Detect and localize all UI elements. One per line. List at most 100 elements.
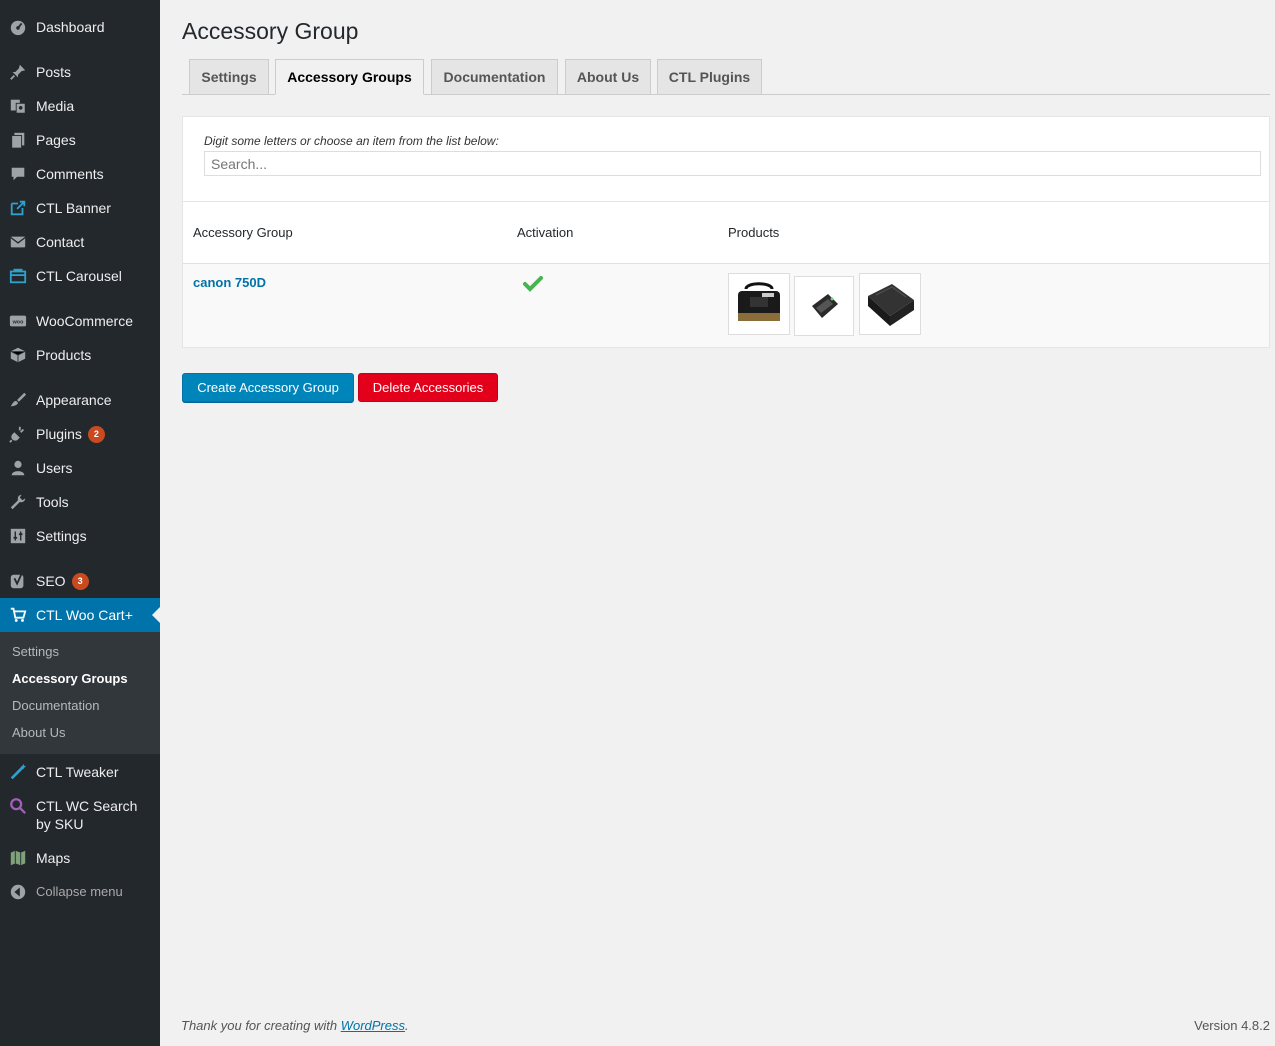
menu-posts[interactable]: Posts (0, 55, 160, 89)
brush-icon (0, 391, 36, 409)
yoast-icon (0, 572, 36, 590)
tab-ctl-plugins[interactable]: CTL Plugins (657, 59, 762, 95)
menu-label: Posts (36, 64, 72, 80)
menu-label: Tools (36, 494, 69, 510)
version-label: Version 4.8.2 (1194, 1018, 1270, 1033)
menu-label: WooCommerce (36, 313, 133, 329)
map-icon (0, 849, 36, 867)
comment-icon (0, 165, 36, 183)
table-row: canon 750D (183, 264, 1269, 347)
column-header-accessory-group[interactable]: Accessory Group (193, 225, 293, 240)
menu-maps[interactable]: Maps (0, 841, 160, 875)
menu-label: CTL WC Search by SKU (36, 798, 138, 832)
wordpress-link[interactable]: WordPress (341, 1018, 405, 1033)
menu-seo[interactable]: SEO 3 (0, 564, 160, 598)
ctl-woo-cart-submenu: Settings Accessory Groups Documentation … (0, 632, 160, 754)
menu-products[interactable]: Products (0, 338, 160, 372)
column-header-products[interactable]: Products (728, 225, 779, 240)
menu-ctl-carousel[interactable]: CTL Carousel (0, 259, 160, 293)
woo-icon: woo (0, 312, 36, 330)
menu-plugins[interactable]: Plugins 2 (0, 417, 160, 451)
product-thumbnail-battery[interactable] (859, 273, 921, 335)
search-panel: Digit some letters or choose an item fro… (182, 116, 1270, 202)
menu-appearance[interactable]: Appearance (0, 383, 160, 417)
product-thumbnail-charger[interactable] (794, 276, 854, 336)
menu-label: Collapse menu (36, 884, 123, 899)
magnifier-icon (0, 797, 36, 815)
menu-label: Pages (36, 132, 76, 148)
tab-about-us[interactable]: About Us (565, 59, 651, 95)
menu-label: Settings (36, 528, 87, 544)
cart-icon (0, 606, 36, 624)
menu-ctl-wc-search-sku[interactable]: CTL WC Search by SKU (0, 797, 160, 841)
external-link-icon (0, 199, 36, 217)
menu-contact[interactable]: Contact (0, 225, 160, 259)
menu-users[interactable]: Users (0, 451, 160, 485)
accessory-groups-table: Accessory Group Activation Products cano… (182, 201, 1270, 348)
menu-label: CTL Carousel (36, 268, 122, 284)
collapse-menu-button[interactable]: Collapse menu (0, 875, 160, 909)
collapse-icon (0, 883, 36, 901)
submenu-documentation[interactable]: Documentation (12, 698, 99, 713)
search-input[interactable] (204, 151, 1261, 176)
menu-settings[interactable]: Settings (0, 519, 160, 553)
menu-comments[interactable]: Comments (0, 157, 160, 191)
menu-label: SEO (36, 573, 66, 589)
column-header-activation[interactable]: Activation (517, 225, 573, 240)
admin-sidebar: Dashboard Posts Media Pages Comments CTL… (0, 0, 160, 1046)
media-icon (0, 97, 36, 115)
product-thumbnail-camera-bag[interactable] (728, 273, 790, 335)
box-icon (0, 346, 36, 364)
pin-icon (0, 63, 36, 81)
menu-label: CTL Woo Cart+ (36, 607, 133, 623)
menu-ctl-tweaker[interactable]: CTL Tweaker (0, 755, 160, 789)
camera-battery-icon (868, 284, 914, 326)
checkmark-icon[interactable] (523, 276, 543, 292)
menu-label: Comments (36, 166, 104, 182)
svg-text:woo: woo (12, 319, 24, 325)
menu-pages[interactable]: Pages (0, 123, 160, 157)
battery-charger-icon (812, 294, 838, 318)
tab-settings[interactable]: Settings (189, 59, 269, 95)
menu-label: Appearance (36, 392, 112, 408)
submenu-settings[interactable]: Settings (12, 644, 59, 659)
menu-label: Contact (36, 234, 85, 250)
carousel-icon (0, 267, 36, 285)
create-accessory-group-button[interactable]: Create Accessory Group (182, 373, 354, 402)
envelope-icon (0, 233, 36, 251)
menu-label: Users (36, 460, 73, 476)
plug-icon (0, 425, 36, 443)
menu-dashboard[interactable]: Dashboard (0, 10, 160, 44)
wrench-icon (0, 493, 36, 511)
submenu-accessory-groups[interactable]: Accessory Groups (12, 671, 128, 686)
dashboard-icon (0, 18, 36, 36)
menu-label: Maps (36, 850, 71, 866)
submenu-about-us[interactable]: About Us (12, 725, 65, 740)
menu-label: Products (36, 347, 92, 363)
search-hint: Digit some letters or choose an item fro… (204, 134, 499, 148)
notification-count-badge: 3 (71, 572, 89, 590)
delete-accessories-button[interactable]: Delete Accessories (358, 373, 498, 402)
menu-media[interactable]: Media (0, 89, 160, 123)
table-header: Accessory Group Activation Products (183, 202, 1269, 264)
menu-ctl-woo-cart[interactable]: CTL Woo Cart+ (0, 598, 160, 632)
tab-bar: Settings Accessory Groups Documentation … (182, 59, 1270, 95)
page-title: Accessory Group (182, 18, 359, 44)
menu-tools[interactable]: Tools (0, 485, 160, 519)
footer-thanks-prefix: Thank you for creating with (181, 1018, 341, 1033)
wand-icon (0, 763, 36, 781)
menu-label: Media (36, 98, 75, 114)
menu-woocommerce[interactable]: woo WooCommerce (0, 304, 160, 338)
menu-label: CTL Tweaker (36, 764, 119, 780)
menu-label: Dashboard (36, 19, 105, 35)
footer-thanks: Thank you for creating with WordPress. (181, 1018, 409, 1033)
accessory-group-link[interactable]: canon 750D (193, 275, 266, 290)
menu-label: CTL Banner (36, 200, 111, 216)
menu-label: Plugins (36, 426, 82, 442)
camera-bag-icon (738, 282, 780, 321)
tab-accessory-groups[interactable]: Accessory Groups (275, 59, 424, 95)
user-icon (0, 459, 36, 477)
update-count-badge: 2 (87, 425, 105, 443)
tab-documentation[interactable]: Documentation (431, 59, 558, 95)
menu-ctl-banner[interactable]: CTL Banner (0, 191, 160, 225)
